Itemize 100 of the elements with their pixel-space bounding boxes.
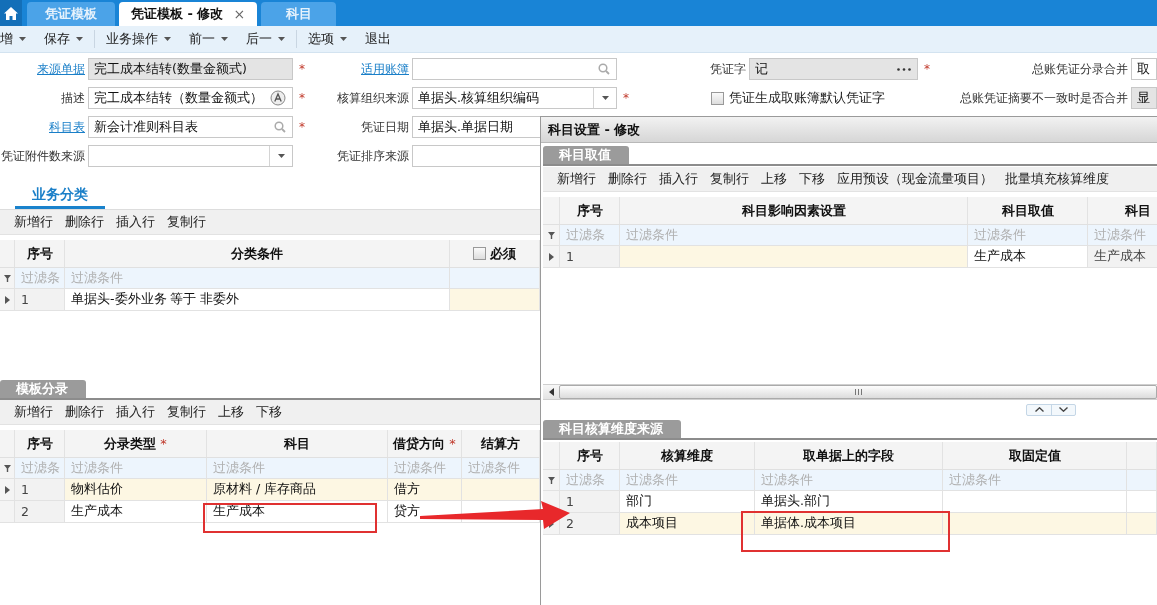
- caret-icon: [76, 37, 83, 41]
- menu-button[interactable]: 前一: [180, 29, 237, 49]
- tab[interactable]: 凭证模板 - 修改 ×: [119, 2, 258, 26]
- caret-icon: [278, 37, 285, 41]
- menu-button[interactable]: 退出: [356, 29, 400, 49]
- table-cell: 成本项目: [620, 513, 755, 534]
- search-icon: [274, 121, 286, 133]
- filter-icon: [3, 464, 11, 472]
- column-header[interactable]: 科目: [284, 434, 310, 453]
- toolbar-button[interactable]: 新增行: [14, 402, 60, 422]
- table-cell: 1: [15, 479, 65, 500]
- required-mark: *: [298, 91, 306, 105]
- toolbar-button[interactable]: 插入行: [116, 212, 162, 232]
- table-row[interactable]: 1 物料估价 原材料 / 库存商品 借方: [0, 479, 540, 501]
- field-label: 总账凭证摘要不一致时是否合并: [960, 89, 1129, 107]
- filter-icon: [547, 476, 555, 484]
- table-cell: 1: [560, 246, 620, 267]
- toolbar-button[interactable]: 插入行: [659, 169, 705, 189]
- toolbar-button[interactable]: 新增行: [14, 212, 60, 232]
- filter-icon: [547, 231, 555, 239]
- toolbar-button[interactable]: 删除行: [65, 212, 111, 232]
- caret-icon: [19, 37, 26, 41]
- column-header[interactable]: 借贷方向 *: [393, 434, 456, 453]
- filter-icon: [3, 274, 11, 282]
- dropdown-field[interactable]: 单据头.核算组织编码: [412, 87, 617, 109]
- toolbar-button[interactable]: 删除行: [65, 402, 111, 422]
- search-field[interactable]: 新会计准则科目表: [88, 116, 293, 138]
- table-cell: 生产成本: [207, 501, 388, 522]
- required-mark: *: [298, 62, 306, 76]
- toolbar-button[interactable]: 插入行: [116, 402, 162, 422]
- column-header[interactable]: 科目: [1124, 201, 1151, 220]
- table-cell: 2: [15, 501, 65, 522]
- column-header[interactable]: 必须: [490, 244, 516, 263]
- toolbar-button[interactable]: 删除行: [608, 169, 654, 189]
- table-cell: 生产成本: [1088, 246, 1157, 267]
- field-label: 凭证日期: [361, 118, 410, 136]
- menu-button[interactable]: 保存: [35, 29, 92, 49]
- toolbar-button[interactable]: 批量填充核算维度: [1005, 169, 1116, 189]
- text-field[interactable]: 完工成本结转（数量金额式）: [88, 87, 293, 109]
- table-cell: 单据头.部门: [755, 491, 943, 512]
- toolbar-button[interactable]: 复制行: [710, 169, 756, 189]
- toolbar-button[interactable]: 复制行: [167, 212, 213, 232]
- checkbox[interactable]: [473, 247, 486, 260]
- caret-icon: [340, 37, 347, 41]
- toolbar-button[interactable]: 下移: [256, 402, 289, 422]
- toolbar-button[interactable]: 下移: [799, 169, 832, 189]
- column-header[interactable]: 分类条件: [231, 244, 283, 263]
- field-link[interactable]: 适用账簿: [361, 60, 412, 78]
- table-cell: 单据体.成本项目: [755, 513, 943, 534]
- checkbox-label: 凭证生成取账簿默认凭证字: [729, 89, 885, 107]
- chevron-down-icon: [1059, 407, 1068, 412]
- field-label: 总账凭证分录合并: [1032, 60, 1129, 78]
- toolbar-button[interactable]: 新增行: [557, 169, 603, 189]
- circled-a-icon[interactable]: [270, 90, 286, 106]
- caret-icon: [221, 37, 228, 41]
- home-button[interactable]: [0, 0, 22, 26]
- field-label: 凭证字: [710, 60, 747, 78]
- column-header[interactable]: 序号: [576, 201, 603, 220]
- field-link[interactable]: 科目表: [49, 118, 88, 136]
- column-header[interactable]: 科目影响因素设置: [741, 201, 846, 220]
- column-header[interactable]: 序号: [26, 434, 53, 453]
- caret-icon: [277, 154, 285, 158]
- table-cell: 借方: [388, 479, 462, 500]
- column-header[interactable]: 取单据上的字段: [803, 446, 894, 465]
- column-header[interactable]: 序号: [576, 446, 603, 465]
- toolbar-button[interactable]: 应用预设（现金流量项目）: [837, 169, 1000, 189]
- column-header[interactable]: 结算方: [481, 434, 520, 453]
- toolbar-button[interactable]: 上移: [218, 402, 251, 422]
- field-label: 描述: [61, 89, 86, 107]
- required-mark: *: [923, 62, 931, 76]
- close-button[interactable]: ×: [233, 6, 246, 22]
- menu-button[interactable]: 业务操作: [97, 29, 180, 49]
- text-field[interactable]: 取: [1131, 58, 1157, 80]
- table-cell: 原材料 / 库存商品: [207, 479, 388, 500]
- left-arrow-icon[interactable]: [548, 388, 554, 396]
- caret-icon: [601, 96, 609, 100]
- dropdown-field[interactable]: [88, 145, 293, 167]
- field-label: 凭证排序来源: [337, 147, 410, 165]
- table-row[interactable]: 1 单据头-委外业务 等于 非委外: [0, 289, 540, 311]
- table-cell: 部门: [620, 491, 755, 512]
- required-mark: *: [622, 91, 630, 105]
- column-header[interactable]: 分录类型 *: [104, 434, 167, 453]
- menu-button[interactable]: 后一: [237, 29, 294, 49]
- table-cell: 物料估价: [65, 479, 207, 500]
- search-icon: [598, 63, 610, 75]
- column-header[interactable]: 序号: [26, 244, 53, 263]
- checkbox[interactable]: [711, 91, 724, 105]
- toolbar-button[interactable]: 复制行: [167, 402, 213, 422]
- column-header[interactable]: 取固定值: [1008, 446, 1061, 465]
- caret-icon: [164, 37, 171, 41]
- search-field[interactable]: [412, 58, 617, 80]
- column-header[interactable]: 核算维度: [661, 446, 713, 465]
- text-field[interactable]: 单据头.单据日期: [412, 116, 540, 138]
- required-mark: *: [298, 120, 306, 134]
- table-cell: 1: [560, 491, 620, 512]
- table-row[interactable]: 2 成本项目 单据体.成本项目: [543, 513, 1157, 535]
- column-header[interactable]: 科目取值: [1001, 201, 1054, 220]
- menu-button[interactable]: 选项: [299, 29, 356, 49]
- menu-button[interactable]: 增: [0, 29, 35, 49]
- toolbar-button[interactable]: 上移: [761, 169, 794, 189]
